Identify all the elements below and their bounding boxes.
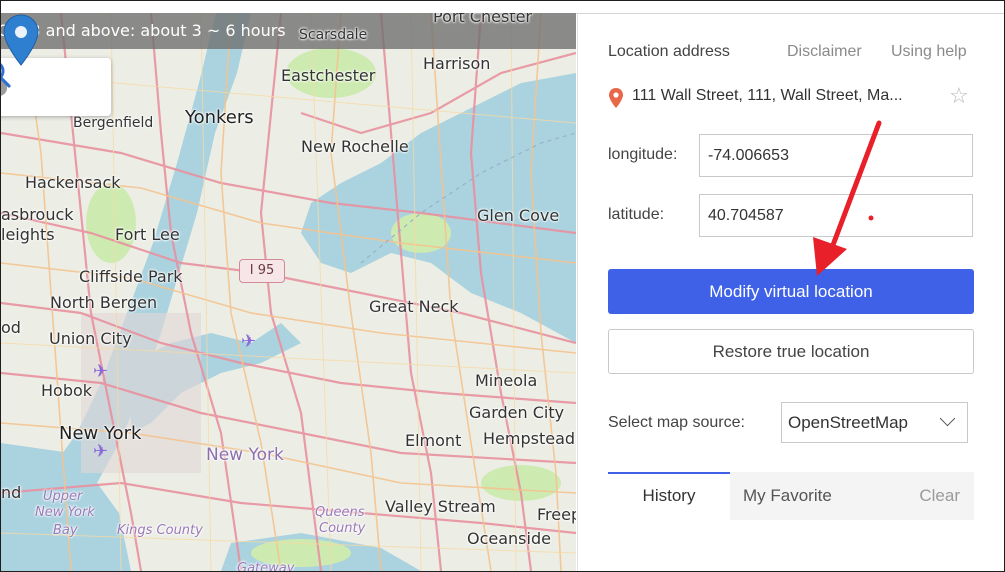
map-label: Mineola <box>475 371 538 390</box>
map-label: Union City <box>49 329 132 348</box>
help-link[interactable]: Using help <box>891 43 967 61</box>
latitude-field[interactable]: 40.704587 <box>699 194 973 237</box>
map-label: Valley Stream <box>385 497 496 516</box>
map-label: New York <box>35 505 95 520</box>
map-label: asbrouck <box>1 205 74 224</box>
airport-icon: ✈ <box>241 331 257 352</box>
map-label: Gateway <box>237 561 295 571</box>
map-label: New Rochelle <box>301 137 409 156</box>
latitude-label: latitude: <box>608 206 665 223</box>
longitude-field[interactable]: -74.006653 <box>699 134 973 177</box>
airport-icon: ✈ <box>93 361 109 382</box>
map-label: Freep <box>537 505 576 524</box>
map-label: Bay <box>53 523 78 538</box>
map-source-select[interactable]: OpenStreetMap <box>781 402 968 443</box>
map-label: Hackensack <box>25 173 121 192</box>
map-label: Glen Cove <box>477 206 560 225</box>
location-pin-icon[interactable] <box>1 13 41 67</box>
tab-history[interactable]: History <box>608 472 730 520</box>
map-label: County <box>319 521 366 536</box>
map-label: Garden City <box>469 403 565 422</box>
map-label: Cliffside Park <box>79 267 183 286</box>
address-text: 111 Wall Street, 111, Wall Street, Ma... <box>632 87 903 104</box>
map-label: New York <box>206 445 284 465</box>
map-label: Yonkers <box>185 107 254 128</box>
map-label: Oceanside <box>467 529 551 548</box>
restore-true-location-button[interactable]: Restore true location <box>608 329 974 374</box>
longitude-label: longitude: <box>608 146 678 163</box>
map-label: Upper <box>43 489 83 504</box>
clear-button[interactable]: Clear <box>919 472 960 520</box>
map-label: Great Neck <box>369 297 459 316</box>
map-view[interactable]: iOS13 and above: about 3 ~ 6 hours I 95 … <box>1 13 576 571</box>
map-source-label: Select map source: <box>608 414 745 431</box>
modify-virtual-location-button[interactable]: Modify virtual location <box>608 269 974 314</box>
map-label: Elmont <box>405 431 462 450</box>
disclaimer-link[interactable]: Disclaimer <box>787 43 862 61</box>
map-label: Hempstead <box>483 429 576 448</box>
map-label: Fort Lee <box>115 225 180 244</box>
map-label: Queens <box>315 505 365 520</box>
location-address-label: Location address <box>608 43 730 60</box>
map-label: Hobok <box>41 381 93 400</box>
tab-bar: History My Favorite Clear <box>608 472 974 520</box>
highway-shield: I 95 <box>239 259 285 283</box>
tab-my-favorite[interactable]: My Favorite <box>743 472 832 520</box>
map-label: leights <box>1 225 55 244</box>
map-label: Scarsdale <box>299 27 368 43</box>
map-label: Bergenfield <box>73 115 154 131</box>
app-window: iOS13 and above: about 3 ~ 6 hours I 95 … <box>0 0 1005 572</box>
map-label: nd <box>1 483 22 502</box>
map-label: Harrison <box>423 54 491 73</box>
map-label: North Bergen <box>50 293 158 312</box>
chevron-down-icon <box>939 410 956 427</box>
map-source-value: OpenStreetMap <box>788 413 909 432</box>
map-label: Port Chester <box>433 13 532 26</box>
control-panel: Location address Disclaimer Using help 1… <box>577 14 1004 571</box>
airport-icon: ✈ <box>93 441 109 462</box>
map-label: od <box>1 318 21 337</box>
map-label: Kings County <box>117 523 203 538</box>
banner-text: iOS13 and above: about 3 ~ 6 hours <box>1 21 286 40</box>
star-icon[interactable]: ☆ <box>949 84 969 109</box>
map-label: Eastchester <box>281 66 376 85</box>
location-marker-icon <box>609 88 623 108</box>
